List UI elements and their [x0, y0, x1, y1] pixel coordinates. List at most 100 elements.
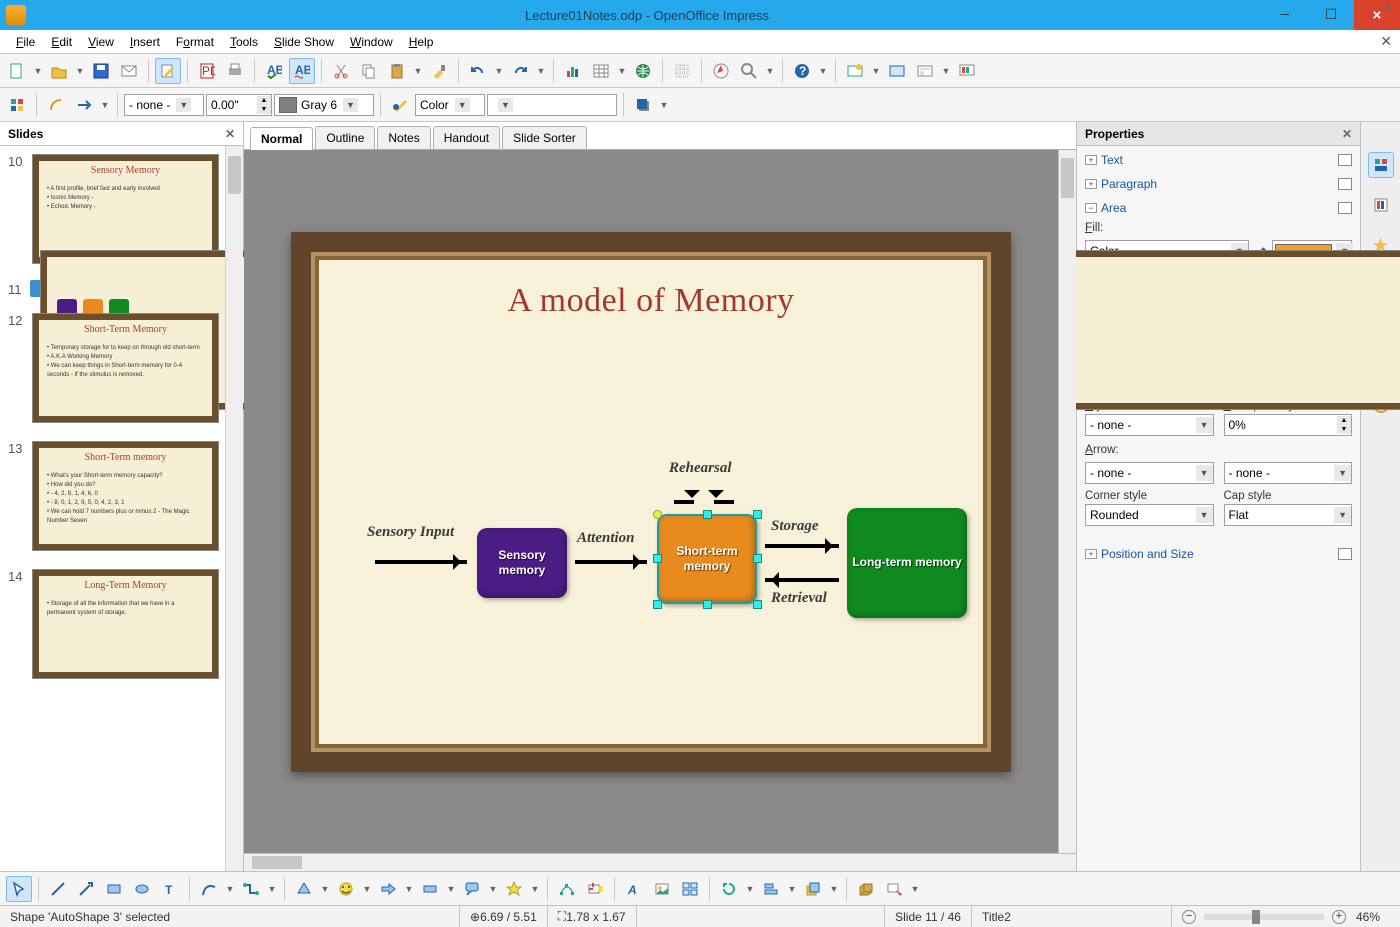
stars-dropdown[interactable]: ▼ — [529, 884, 541, 894]
basic-shapes-tool[interactable] — [291, 876, 317, 902]
fill-color-combo[interactable]: ▼ — [487, 94, 617, 116]
line-width-combo[interactable]: 0.00"▲▼ — [206, 94, 272, 116]
chart-button[interactable] — [560, 58, 586, 84]
slides-panel-close-icon[interactable]: ✕ — [225, 127, 235, 141]
new-button[interactable] — [4, 58, 30, 84]
label-sensory-input[interactable]: Sensory Input — [367, 524, 454, 541]
area-more-icon[interactable] — [1338, 202, 1352, 214]
arrange-dropdown[interactable]: ▼ — [828, 884, 840, 894]
points-tool[interactable] — [554, 876, 580, 902]
slide-canvas[interactable]: A model of Memory Sensory Input Sensory … — [291, 232, 1011, 772]
arrow-style-button[interactable] — [71, 92, 97, 118]
block-arrows-tool[interactable] — [375, 876, 401, 902]
table-button[interactable] — [588, 58, 614, 84]
cut-button[interactable] — [328, 58, 354, 84]
open-button[interactable] — [46, 58, 72, 84]
from-file-tool[interactable] — [649, 876, 675, 902]
rotate-dropdown[interactable]: ▼ — [744, 884, 756, 894]
slide-thumbnail[interactable]: 12Short-Term Memory• Temporary storage f… — [8, 311, 221, 425]
label-storage[interactable]: Storage — [771, 518, 819, 535]
toolbar2-overflow[interactable]: ▼ — [658, 100, 670, 110]
section-paragraph-header[interactable]: +Paragraph — [1085, 174, 1352, 194]
slide-title[interactable]: A model of Memory — [317, 282, 985, 320]
connector-tool[interactable] — [238, 876, 264, 902]
corner-style-select[interactable]: Rounded▼ — [1085, 504, 1214, 526]
arrange-tool[interactable] — [800, 876, 826, 902]
flowchart-tool[interactable] — [417, 876, 443, 902]
arrow-attention[interactable] — [575, 560, 647, 564]
symbol-shapes-tool[interactable] — [333, 876, 359, 902]
undo-button[interactable] — [465, 58, 491, 84]
slide-button[interactable] — [842, 58, 868, 84]
menu-help[interactable]: Help — [401, 30, 442, 54]
print-button[interactable] — [222, 58, 248, 84]
symbol-shapes-dropdown[interactable]: ▼ — [361, 884, 373, 894]
flowchart-dropdown[interactable]: ▼ — [445, 884, 457, 894]
menu-format[interactable]: Format — [168, 30, 222, 54]
grid-button[interactable] — [669, 58, 695, 84]
resize-handle-w[interactable] — [653, 554, 662, 563]
resize-handle-n[interactable] — [703, 510, 712, 519]
box-short-term-memory[interactable]: Short-term memory — [657, 514, 757, 604]
help-button[interactable]: ? — [789, 58, 815, 84]
arrow-storage[interactable] — [765, 544, 839, 548]
menu-edit[interactable]: Edit — [43, 30, 80, 54]
text-more-icon[interactable] — [1338, 154, 1352, 166]
curve-tool[interactable] — [196, 876, 222, 902]
label-attention[interactable]: Attention — [577, 530, 635, 547]
section-position-size-header[interactable]: +Position and Size — [1085, 544, 1352, 564]
section-text-header[interactable]: +Text — [1085, 150, 1352, 170]
pos-size-more-icon[interactable] — [1338, 548, 1352, 560]
zoom-button[interactable] — [736, 58, 762, 84]
tab-outline[interactable]: Outline — [315, 126, 375, 149]
menu-file[interactable]: File — [8, 30, 43, 54]
format-paintbrush-button[interactable] — [426, 58, 452, 84]
properties-close-icon[interactable]: ✕ — [1342, 127, 1352, 141]
slide-thumbnail[interactable]: 10Sensory Memory• A first profile, brief… — [8, 152, 221, 266]
fill-mode-combo[interactable]: Color▼ — [415, 94, 485, 116]
line-arrow-tool[interactable] — [73, 876, 99, 902]
menu-view[interactable]: View — [80, 30, 122, 54]
rotate-tool[interactable] — [716, 876, 742, 902]
slide-thumbnail[interactable]: 14Long-Term Memory• Storage of all the i… — [8, 567, 221, 681]
save-button[interactable] — [88, 58, 114, 84]
close-button[interactable]: ✕ — [1354, 0, 1400, 30]
toolbar-overflow[interactable]: ▼ — [817, 66, 829, 76]
line-style-combo[interactable]: - none -▼ — [124, 94, 204, 116]
zoom-in-button[interactable]: + — [1332, 910, 1346, 924]
export-pdf-button[interactable]: PDF — [194, 58, 220, 84]
line-style-select[interactable]: - none -▼ — [1085, 414, 1214, 436]
resize-handle-s[interactable] — [703, 600, 712, 609]
zoom-dropdown[interactable]: ▼ — [764, 66, 776, 76]
line-transparency-input[interactable]: 0%▲▼ — [1224, 414, 1353, 436]
text-tool[interactable]: T — [157, 876, 183, 902]
maximize-button[interactable]: ☐ — [1308, 0, 1354, 30]
slide-stage[interactable]: A model of Memory Sensory Input Sensory … — [244, 150, 1058, 853]
slide-design-button[interactable] — [884, 58, 910, 84]
resize-handle-sw[interactable] — [653, 600, 662, 609]
extrusion-tool[interactable] — [853, 876, 879, 902]
zoom-slider[interactable] — [1204, 914, 1324, 920]
line-tool[interactable] — [45, 876, 71, 902]
interaction-tool[interactable] — [881, 876, 907, 902]
menu-slide-show[interactable]: Slide Show — [266, 30, 342, 54]
paragraph-more-icon[interactable] — [1338, 178, 1352, 190]
show-draw-functions-button[interactable] — [4, 92, 30, 118]
slide-dropdown[interactable]: ▼ — [870, 66, 882, 76]
tab-notes[interactable]: Notes — [377, 126, 430, 149]
slide-layout-button[interactable] — [912, 58, 938, 84]
undo-dropdown[interactable]: ▼ — [493, 66, 505, 76]
shadow-button[interactable] — [630, 92, 656, 118]
resize-handle-se[interactable] — [753, 600, 762, 609]
menu-window[interactable]: Window — [342, 30, 401, 54]
arrow-sensory-input[interactable] — [375, 560, 467, 564]
curve-dropdown[interactable]: ▼ — [224, 884, 236, 894]
close-document-button[interactable]: ✕ — [1380, 33, 1392, 50]
menu-tools[interactable]: Tools — [222, 30, 266, 54]
redo-button[interactable] — [507, 58, 533, 84]
callouts-tool[interactable] — [459, 876, 485, 902]
line-button[interactable] — [43, 92, 69, 118]
label-retrieval[interactable]: Retrieval — [771, 590, 827, 607]
arrow-rehearsal-up[interactable] — [714, 500, 734, 504]
arrow-retrieval[interactable] — [765, 578, 839, 582]
